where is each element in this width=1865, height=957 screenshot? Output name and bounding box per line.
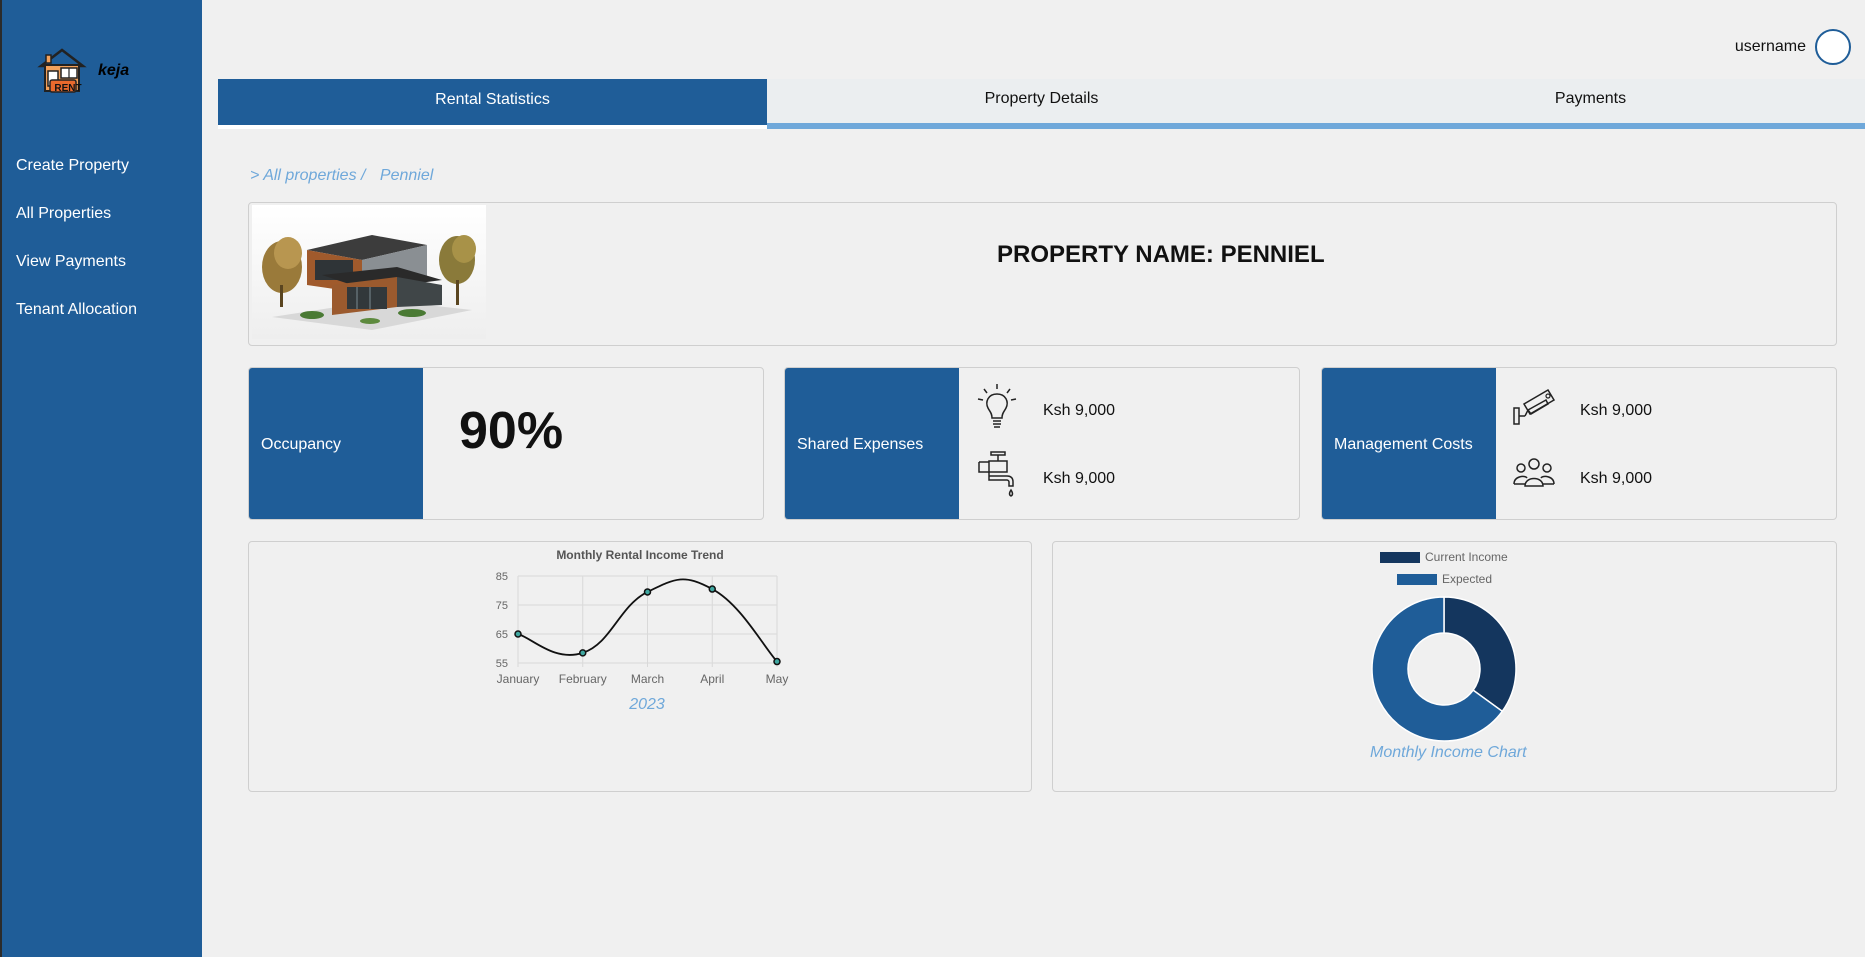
y-tick-label: 55 — [496, 658, 508, 670]
occupancy-card: Occupancy 90% — [248, 367, 764, 520]
username-label: username — [1734, 38, 1806, 55]
breadcrumb: > All properties / Penniel — [250, 167, 433, 185]
shared-expenses-card: Shared Expenses Ksh 9,000 Ksh 9,000 — [784, 367, 1300, 520]
x-tick-label: March — [631, 672, 664, 686]
lightbulb-icon — [977, 384, 1017, 428]
brand-name: keja — [98, 62, 130, 79]
occupancy-label: Occupancy — [249, 368, 423, 519]
security-cost-value: Ksh 9,000 — [1580, 402, 1653, 419]
water-expense-row: Ksh 9,000 — [975, 450, 1115, 498]
security-camera-icon — [1513, 388, 1556, 425]
tab-payments[interactable]: Payments — [1316, 79, 1865, 129]
user-menu[interactable]: username — [1735, 29, 1851, 65]
electricity-expense-value: Ksh 9,000 — [1043, 402, 1116, 419]
donut-slices — [1371, 596, 1517, 742]
data-point[interactable] — [579, 649, 587, 657]
y-tick-label: 85 — [496, 571, 508, 583]
tab-bar: Rental Statistics Property Details Payme… — [218, 79, 1865, 129]
water-tap-icon — [978, 451, 1014, 497]
sidebar-nav: Create Property All Properties View Paym… — [16, 155, 137, 347]
property-name-title: PROPERTY NAME: PENNIEL — [997, 241, 1325, 268]
rent-badge-text: RENT — [54, 83, 81, 94]
x-axis-ticks: January February March April May — [497, 672, 789, 686]
sidebar: RENT keja Create Property All Properties… — [0, 0, 202, 957]
rental-income-trend-card: Monthly Rental Income Trend 85 75 65 55 … — [248, 541, 1032, 792]
x-tick-label: April — [700, 672, 724, 686]
sidebar-item-view-payments[interactable]: View Payments — [16, 251, 137, 299]
electricity-expense-row: Ksh 9,000 — [975, 382, 1115, 430]
y-tick-label: 75 — [496, 600, 508, 612]
legend-label-current-income: Current Income — [1425, 550, 1508, 564]
data-point[interactable] — [643, 588, 652, 596]
staff-cost-value: Ksh 9,000 — [1580, 470, 1653, 487]
staff-group-icon — [1513, 458, 1555, 487]
shared-expenses-label: Shared Expenses — [785, 368, 959, 519]
tab-property-details[interactable]: Property Details — [767, 79, 1316, 129]
y-axis-ticks: 85 75 65 55 — [496, 571, 508, 670]
avatar[interactable] — [1815, 29, 1851, 65]
breadcrumb-current: Penniel — [379, 167, 434, 184]
sidebar-item-create-property[interactable]: Create Property — [16, 155, 137, 203]
donut-chart-caption: Monthly Income Chart — [1370, 744, 1527, 761]
data-point[interactable] — [773, 657, 781, 666]
monthly-income-chart: Current Income Expected — [1371, 550, 1517, 742]
property-image — [252, 205, 486, 339]
x-tick-label: February — [559, 672, 607, 686]
legend-swatch-current-income — [1380, 552, 1420, 563]
sidebar-item-tenant-allocation[interactable]: Tenant Allocation — [16, 299, 137, 347]
management-costs-label: Management Costs — [1322, 368, 1496, 519]
security-cost-row: Ksh 9,000 — [1512, 382, 1652, 430]
x-tick-label: January — [497, 672, 540, 686]
data-point[interactable] — [708, 585, 716, 593]
sidebar-item-all-properties[interactable]: All Properties — [16, 203, 137, 251]
line-chart-caption: 2023 — [249, 696, 1033, 714]
y-tick-label: 65 — [496, 629, 508, 641]
breadcrumb-all-properties[interactable]: > All properties / — [250, 167, 365, 184]
management-costs-card: Management Costs Ksh 9,000 Ksh 9,000 — [1321, 367, 1837, 520]
property-card: PROPERTY NAME: PENNIEL — [248, 202, 1837, 346]
data-point[interactable] — [514, 630, 522, 638]
rent-badge: RENT — [54, 83, 81, 94]
line-chart-caption-text: 2023 — [629, 696, 665, 713]
chart-title: Monthly Rental Income Trend — [556, 548, 723, 562]
tab-rental-statistics[interactable]: Rental Statistics — [218, 79, 767, 129]
monthly-income-card: Current Income Expected Monthly Income C… — [1052, 541, 1837, 792]
chart-legend: Current Income Expected — [1380, 550, 1508, 586]
legend-label-expected: Expected — [1442, 572, 1492, 586]
water-expense-value: Ksh 9,000 — [1043, 470, 1116, 487]
occupancy-value: 90% — [459, 402, 564, 460]
legend-swatch-expected — [1397, 574, 1437, 585]
donut-slice-current-income[interactable] — [1443, 596, 1517, 713]
x-tick-label: May — [766, 672, 789, 686]
staff-cost-row: Ksh 9,000 — [1512, 450, 1652, 498]
